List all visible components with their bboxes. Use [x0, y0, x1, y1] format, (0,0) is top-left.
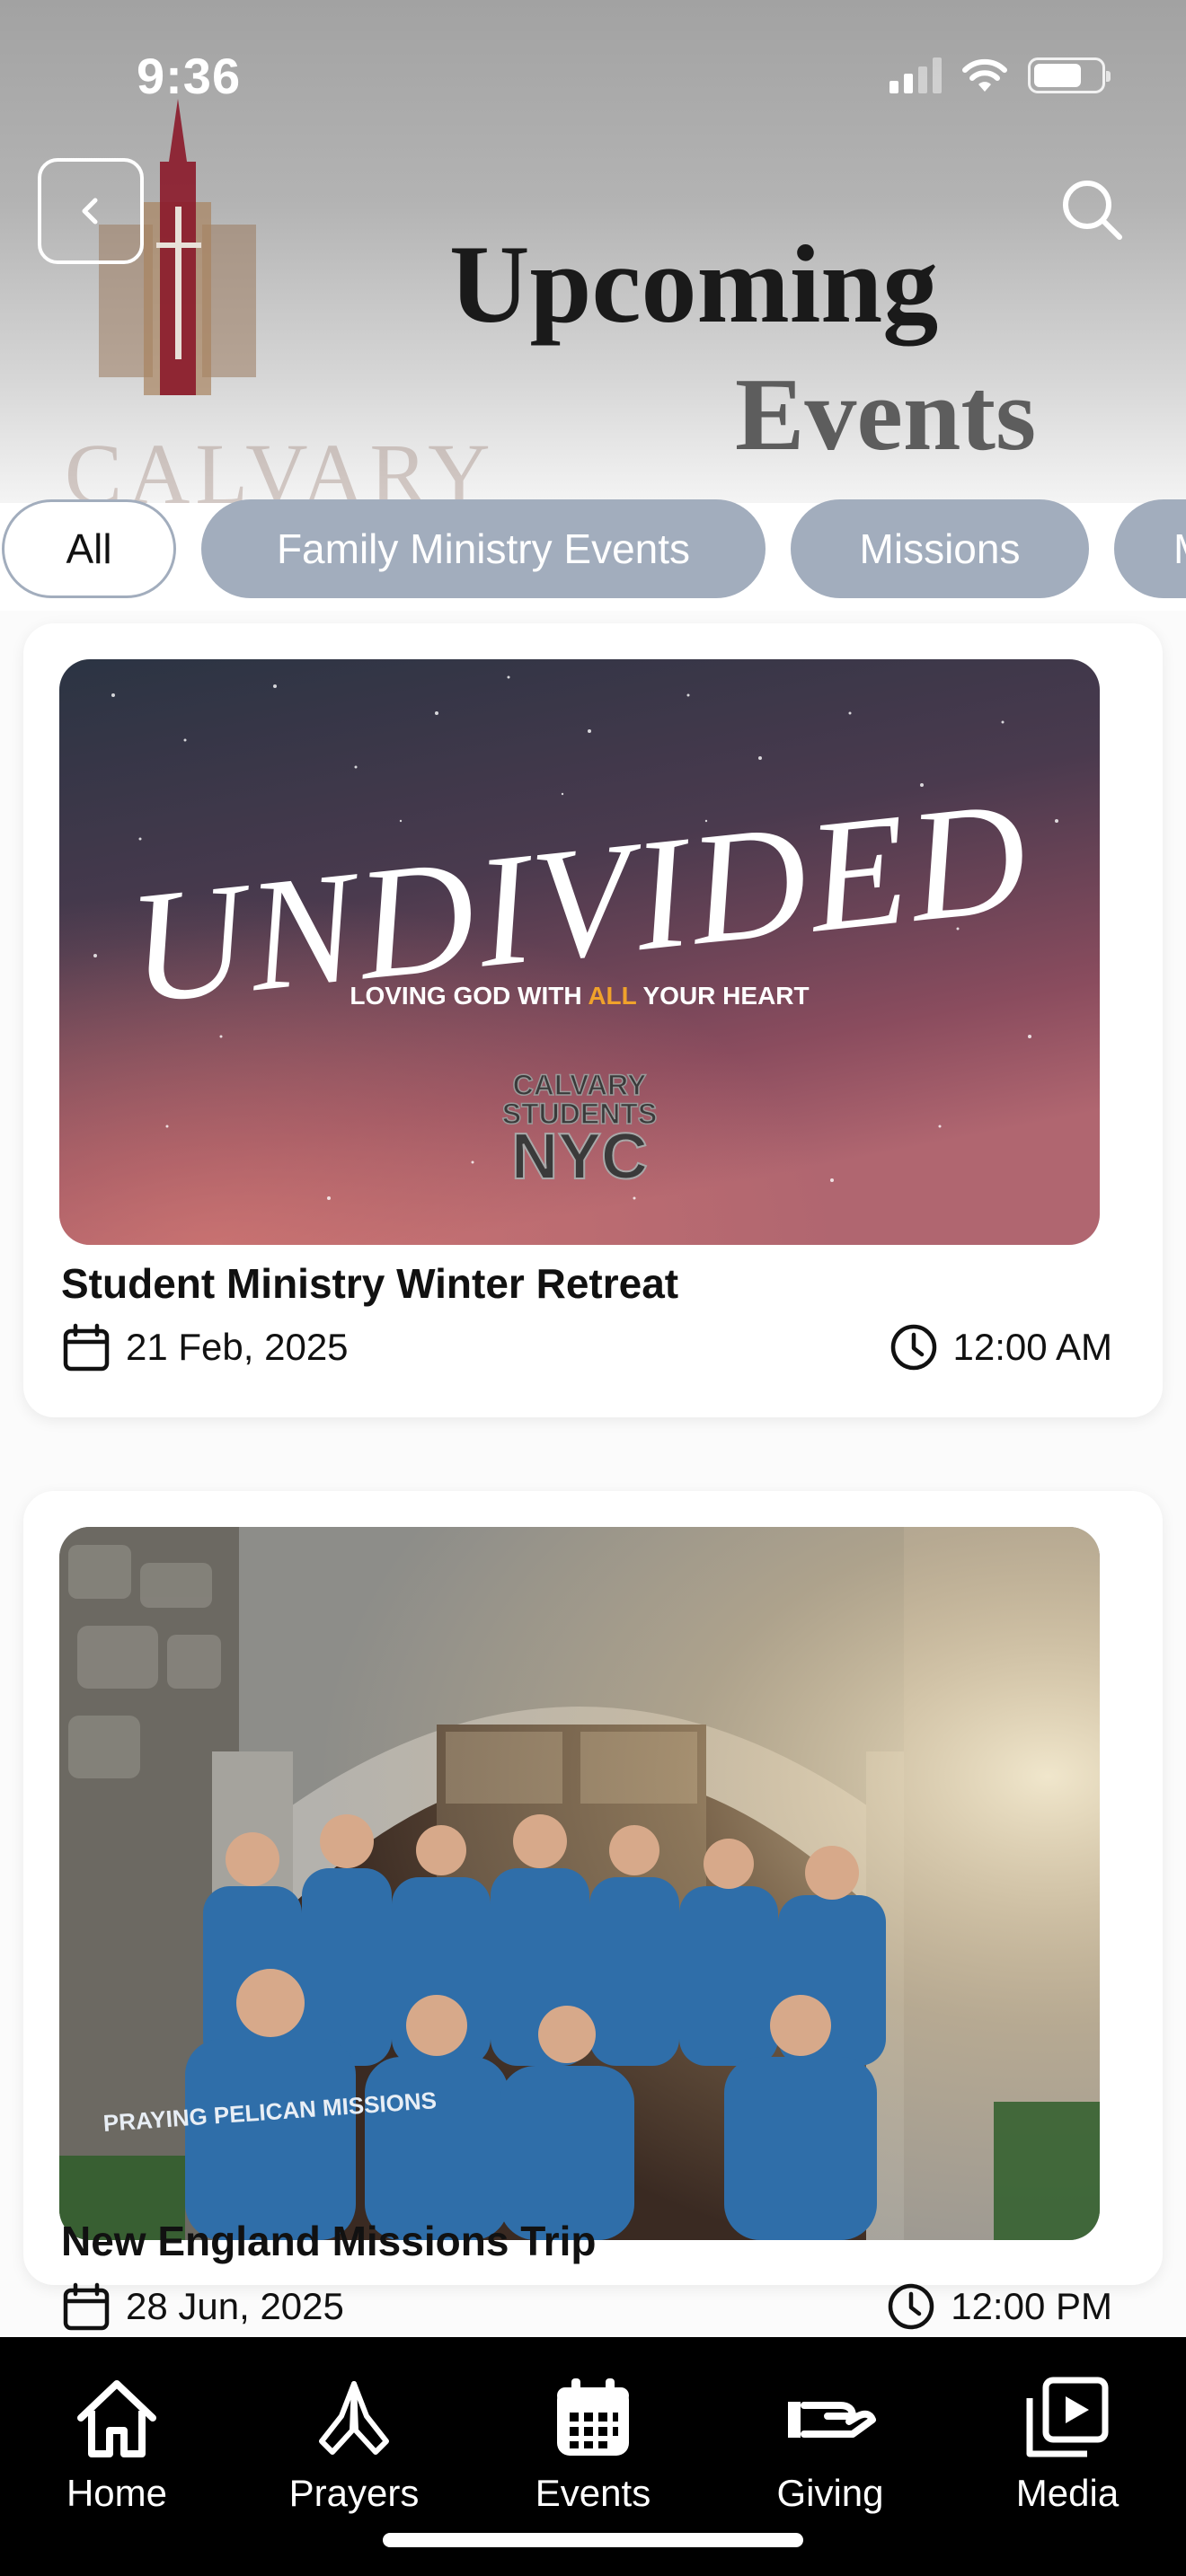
svg-text:NYC: NYC: [511, 1121, 648, 1193]
tab-events[interactable]: Events: [494, 2375, 692, 2515]
event-image: UNDIVIDED LOVING GOD WITH ALL YOUR HEART…: [59, 659, 1100, 1245]
filter-chip-label: Family Ministry Events: [276, 525, 691, 572]
clock-icon: [888, 2283, 934, 2330]
media-play-icon: [1026, 2377, 1109, 2457]
cellular-signal-icon: [890, 57, 942, 93]
clock-icon: [890, 1324, 936, 1371]
search-icon[interactable]: [1058, 176, 1127, 244]
calendar-icon: [63, 1323, 110, 1372]
calendar-icon: [63, 2282, 110, 2331]
event-image-group-photo: PRAYING PELICAN MISSIONS: [59, 1527, 1100, 2240]
home-icon: [77, 2380, 156, 2457]
event-date: 28 Jun, 2025: [61, 2281, 344, 2332]
tab-media[interactable]: Media: [969, 2375, 1166, 2515]
event-image-artwork: UNDIVIDED LOVING GOD WITH ALL YOUR HEART…: [59, 659, 1100, 1245]
wifi-icon: [962, 58, 1007, 92]
event-card[interactable]: PRAYING PELICAN MISSIONS New England Mis…: [23, 1491, 1163, 2331]
events-list: UNDIVIDED LOVING GOD WITH ALL YOUR HEART…: [0, 611, 1186, 2335]
filter-chip-label: All: [66, 525, 112, 572]
status-icons: [890, 57, 1111, 93]
giving-hand-icon: [788, 2402, 876, 2438]
event-image-tagline: LOVING GOD WITH ALL YOUR HEART: [350, 982, 809, 1010]
tab-home[interactable]: Home: [18, 2375, 216, 2515]
filter-chip-label: Missions: [859, 525, 1021, 572]
calvary-students-nyc-badge: CALVARY STUDENTS NYC: [501, 1068, 658, 1194]
event-title: Student Ministry Winter Retreat: [61, 1260, 679, 1307]
event-card[interactable]: UNDIVIDED LOVING GOD WITH ALL YOUR HEART…: [23, 623, 1163, 1417]
tab-giving[interactable]: Giving: [731, 2375, 929, 2515]
filter-chip-family-ministry-events[interactable]: Family Ministry Events: [201, 499, 766, 598]
event-time: 12:00 PM: [886, 2281, 1112, 2332]
tab-label: Giving: [776, 2472, 884, 2514]
event-image: PRAYING PELICAN MISSIONS: [59, 1527, 1100, 2240]
chevron-left-icon: [82, 198, 98, 225]
category-filter-bar: All Family Ministry Events Missions Mini…: [0, 499, 1186, 600]
page-title-line2: Events: [735, 357, 1037, 472]
tab-label: Events: [535, 2472, 651, 2514]
calendar-icon: [557, 2378, 629, 2456]
event-time-text: 12:00 PM: [951, 2285, 1112, 2327]
status-time: 9:36: [137, 48, 242, 104]
tab-prayers[interactable]: Prayers: [255, 2375, 453, 2515]
tab-label: Prayers: [288, 2472, 420, 2514]
tab-label: Media: [1015, 2472, 1120, 2514]
home-indicator[interactable]: [383, 2533, 803, 2547]
event-date-text: 28 Jun, 2025: [126, 2285, 344, 2327]
filter-chip-label: Ministry: [1173, 525, 1186, 573]
page-title-line1: Upcoming: [449, 223, 939, 346]
svg-text:CALVARY: CALVARY: [513, 1069, 647, 1101]
event-title: New England Missions Trip: [61, 2218, 597, 2264]
back-button[interactable]: [38, 158, 144, 264]
filter-chip-all[interactable]: All: [2, 499, 176, 598]
logo-text: CALVARY: [65, 426, 496, 503]
event-date-text: 21 Feb, 2025: [126, 1326, 349, 1368]
praying-hands-icon: [319, 2381, 389, 2455]
event-date: 21 Feb, 2025: [61, 1322, 349, 1372]
event-time-text: 12:00 AM: [952, 1326, 1112, 1368]
tab-label: Home: [66, 2472, 168, 2514]
event-time: 12:00 AM: [889, 1322, 1112, 1372]
filter-chip-missions[interactable]: Missions: [791, 499, 1089, 598]
header: CALVARY 9:36 Upcoming Events: [0, 0, 1186, 503]
filter-chip-ministry[interactable]: Ministry: [1114, 499, 1186, 598]
battery-icon: [1028, 57, 1111, 93]
